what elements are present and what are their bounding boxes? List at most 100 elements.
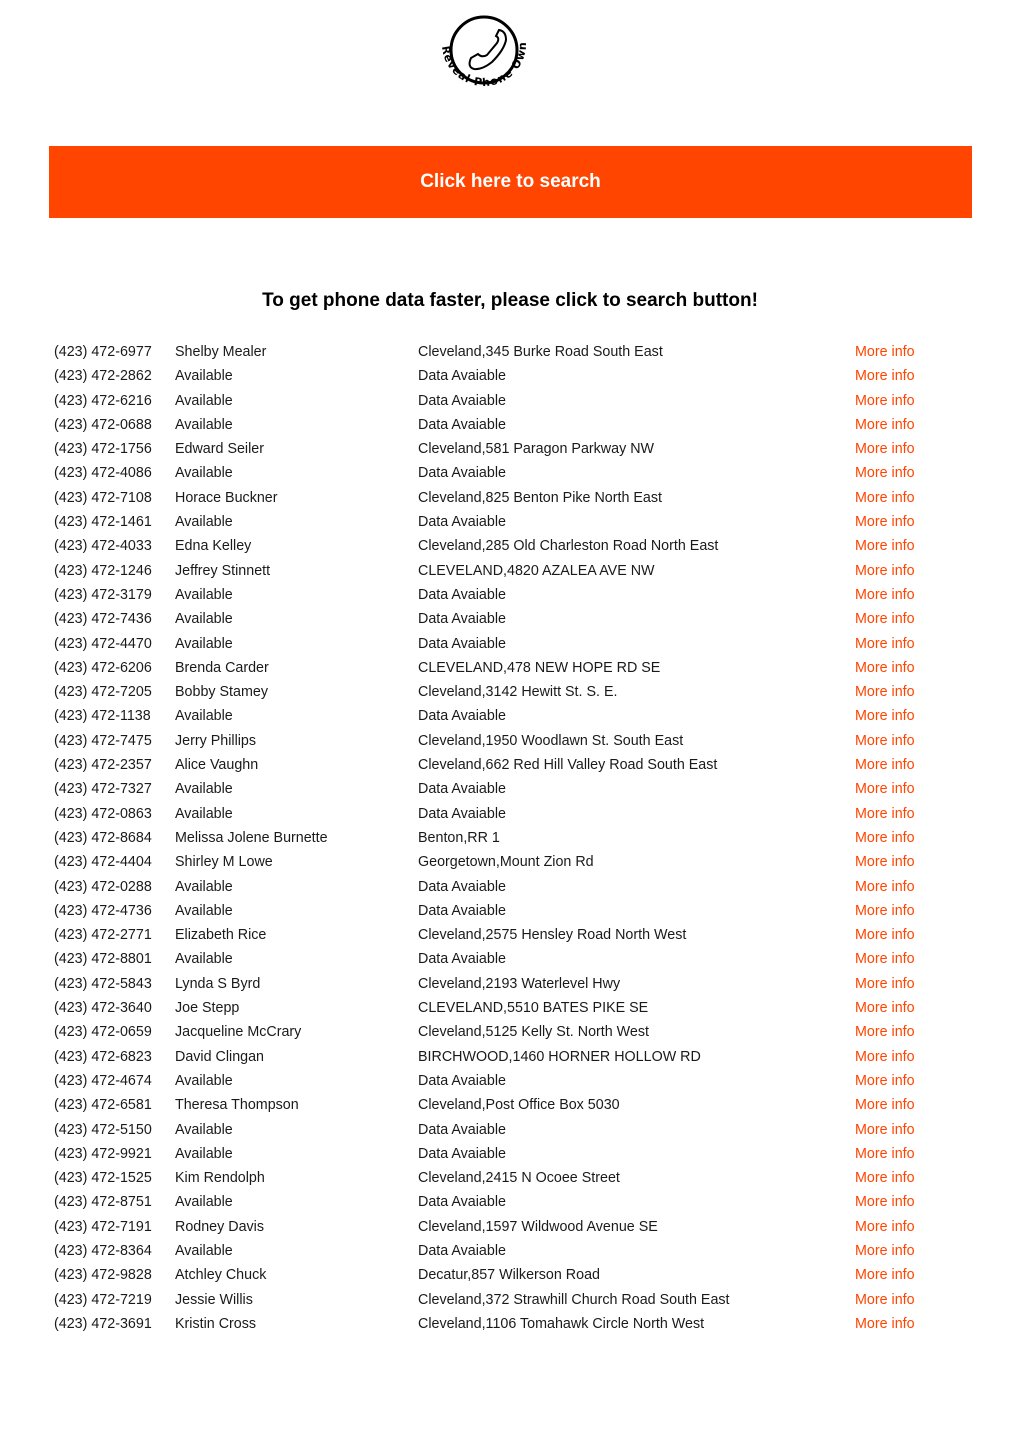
- owner-name: Jessie Willis: [175, 1291, 253, 1308]
- more-info-link[interactable]: More info: [855, 607, 915, 631]
- address: CLEVELAND,4820 AZALEA AVE NW: [418, 562, 655, 579]
- list-row: (423) 472-8364 Available Data Avaiable More…: [0, 1239, 1020, 1263]
- list-row: (423) 472-7191 Rodney Davis Cleveland,1597…: [0, 1215, 1020, 1239]
- list-row: (423) 472-0688 Available Data Avaiable More…: [0, 413, 1020, 437]
- more-info-link[interactable]: More info: [855, 437, 915, 461]
- more-info-link[interactable]: More info: [855, 1190, 915, 1214]
- list-row: (423) 472-5843 Lynda S Byrd Cleveland,2193…: [0, 972, 1020, 996]
- more-info-link[interactable]: More info: [855, 850, 915, 874]
- list-row: (423) 472-8751 Available Data Avaiable More…: [0, 1190, 1020, 1214]
- more-info-link[interactable]: More info: [855, 1239, 915, 1263]
- phone-number: (423) 472-8364: [54, 1242, 152, 1259]
- page-subtitle: To get phone data faster, please click t…: [262, 290, 758, 311]
- list-row: (423) 472-9921 Available Data Avaiable More…: [0, 1142, 1020, 1166]
- address: Cleveland,5125 Kelly St. North West: [418, 1024, 649, 1041]
- more-info-link[interactable]: More info: [855, 1045, 915, 1069]
- list-row: (423) 472-2771 Elizabeth Rice Cleveland,25…: [0, 923, 1020, 947]
- phone-number: (423) 472-3640: [54, 1000, 152, 1017]
- address: Data Avaiable: [418, 416, 506, 433]
- address: Data Avaiable: [418, 902, 506, 919]
- phone-number: (423) 472-1525: [54, 1170, 152, 1187]
- owner-name: Available: [175, 708, 233, 725]
- list-row: (423) 472-0659 Jacqueline McCrary Clevelan…: [0, 1020, 1020, 1044]
- more-info-link[interactable]: More info: [855, 777, 915, 801]
- owner-name: Shelby Mealer: [175, 344, 267, 360]
- more-info-link[interactable]: More info: [855, 680, 915, 704]
- address: Cleveland,1597 Wildwood Avenue SE: [418, 1218, 658, 1235]
- list-row: (423) 472-7436 Available Data Avaiable More…: [0, 607, 1020, 631]
- more-info-link[interactable]: More info: [855, 1093, 915, 1117]
- list-row: (423) 472-3179 Available Data Avaiable More…: [0, 583, 1020, 607]
- more-info-link[interactable]: More info: [855, 389, 915, 413]
- list-row: (423) 472-5150 Available Data Avaiable More…: [0, 1118, 1020, 1142]
- owner-name: Available: [175, 805, 233, 822]
- address: Georgetown,Mount Zion Rd: [418, 854, 594, 871]
- more-info-link[interactable]: More info: [855, 1215, 915, 1239]
- owner-name: Available: [175, 392, 233, 409]
- more-info-link[interactable]: More info: [855, 875, 915, 899]
- list-row: (423) 472-6977 Shelby Mealer Cleveland,345…: [0, 340, 1020, 364]
- more-info-link[interactable]: More info: [855, 826, 915, 850]
- phone-number: (423) 472-6581: [54, 1097, 152, 1114]
- more-info-link[interactable]: More info: [855, 1263, 915, 1287]
- more-info-link[interactable]: More info: [855, 559, 915, 583]
- more-info-link[interactable]: More info: [855, 656, 915, 680]
- more-info-link[interactable]: More info: [855, 413, 915, 437]
- search-button[interactable]: Click here to search: [49, 146, 972, 218]
- owner-name: Kim Rendolph: [175, 1170, 265, 1187]
- phone-number: (423) 472-2771: [54, 927, 152, 944]
- address: Cleveland,581 Paragon Parkway NW: [418, 441, 655, 458]
- more-info-link[interactable]: More info: [855, 1288, 915, 1312]
- list-row: (423) 472-7475 Jerry Phillips Cleveland,19…: [0, 729, 1020, 753]
- address: Cleveland,2415 N Ocoee Street: [418, 1170, 620, 1187]
- address: Data Avaiable: [418, 878, 506, 895]
- address: Cleveland,Post Office Box 5030: [418, 1097, 620, 1114]
- more-info-link[interactable]: More info: [855, 632, 915, 656]
- more-info-link[interactable]: More info: [855, 972, 915, 996]
- phone-number: (423) 472-9828: [54, 1267, 152, 1284]
- more-info-link[interactable]: More info: [855, 510, 915, 534]
- more-info-link[interactable]: More info: [855, 461, 915, 485]
- phone-number: (423) 472-2862: [54, 368, 152, 385]
- address: Cleveland,3142 Hewitt St. S. E.: [418, 684, 618, 701]
- more-info-link[interactable]: More info: [855, 996, 915, 1020]
- list-row: (423) 472-6581 Theresa Thompson Cleveland,…: [0, 1093, 1020, 1117]
- list-row: (423) 472-4674 Available Data Avaiable More…: [0, 1069, 1020, 1093]
- more-info-link[interactable]: More info: [855, 802, 915, 826]
- phone-list: (423) 472-6977 Shelby Mealer Cleveland,345…: [0, 340, 1020, 1336]
- address: Data Avaiable: [418, 635, 506, 652]
- phone-number: (423) 472-8684: [54, 829, 152, 846]
- more-info-link[interactable]: More info: [855, 1142, 915, 1166]
- list-row: (423) 472-9828 Atchley Chuck Decatur,857 W…: [0, 1263, 1020, 1287]
- logo: Reveal Phone Owner: [426, 4, 534, 104]
- more-info-link[interactable]: More info: [855, 340, 915, 364]
- more-info-link[interactable]: More info: [855, 534, 915, 558]
- more-info-link[interactable]: More info: [855, 923, 915, 947]
- owner-name: Available: [175, 1194, 233, 1211]
- phone-number: (423) 472-7219: [54, 1291, 152, 1308]
- list-row: (423) 472-4033 Edna Kelley Cleveland,285 O…: [0, 534, 1020, 558]
- address: Cleveland,2193 Waterlevel Hwy: [418, 975, 621, 992]
- owner-name: Brenda Carder: [175, 659, 269, 676]
- more-info-link[interactable]: More info: [855, 1069, 915, 1093]
- address: Cleveland,345 Burke Road South East: [418, 344, 663, 360]
- more-info-link[interactable]: More info: [855, 899, 915, 923]
- more-info-link[interactable]: More info: [855, 486, 915, 510]
- owner-name: Jerry Phillips: [175, 732, 257, 749]
- more-info-link[interactable]: More info: [855, 947, 915, 971]
- more-info-link[interactable]: More info: [855, 1020, 915, 1044]
- phone-number: (423) 472-1461: [54, 514, 152, 531]
- more-info-link[interactable]: More info: [855, 583, 915, 607]
- more-info-link[interactable]: More info: [855, 1118, 915, 1142]
- more-info-link[interactable]: More info: [855, 753, 915, 777]
- more-info-link[interactable]: More info: [855, 704, 915, 728]
- owner-name: Elizabeth Rice: [175, 927, 267, 944]
- list-row: (423) 472-4736 Available Data Avaiable More…: [0, 899, 1020, 923]
- more-info-link[interactable]: More info: [855, 364, 915, 388]
- phone-number: (423) 472-0688: [54, 416, 152, 433]
- more-info-link[interactable]: More info: [855, 1312, 915, 1336]
- address: Cleveland,285 Old Charleston Road North …: [418, 538, 719, 555]
- more-info-link[interactable]: More info: [855, 729, 915, 753]
- phone-number: (423) 472-4404: [54, 854, 152, 871]
- more-info-link[interactable]: More info: [855, 1166, 915, 1190]
